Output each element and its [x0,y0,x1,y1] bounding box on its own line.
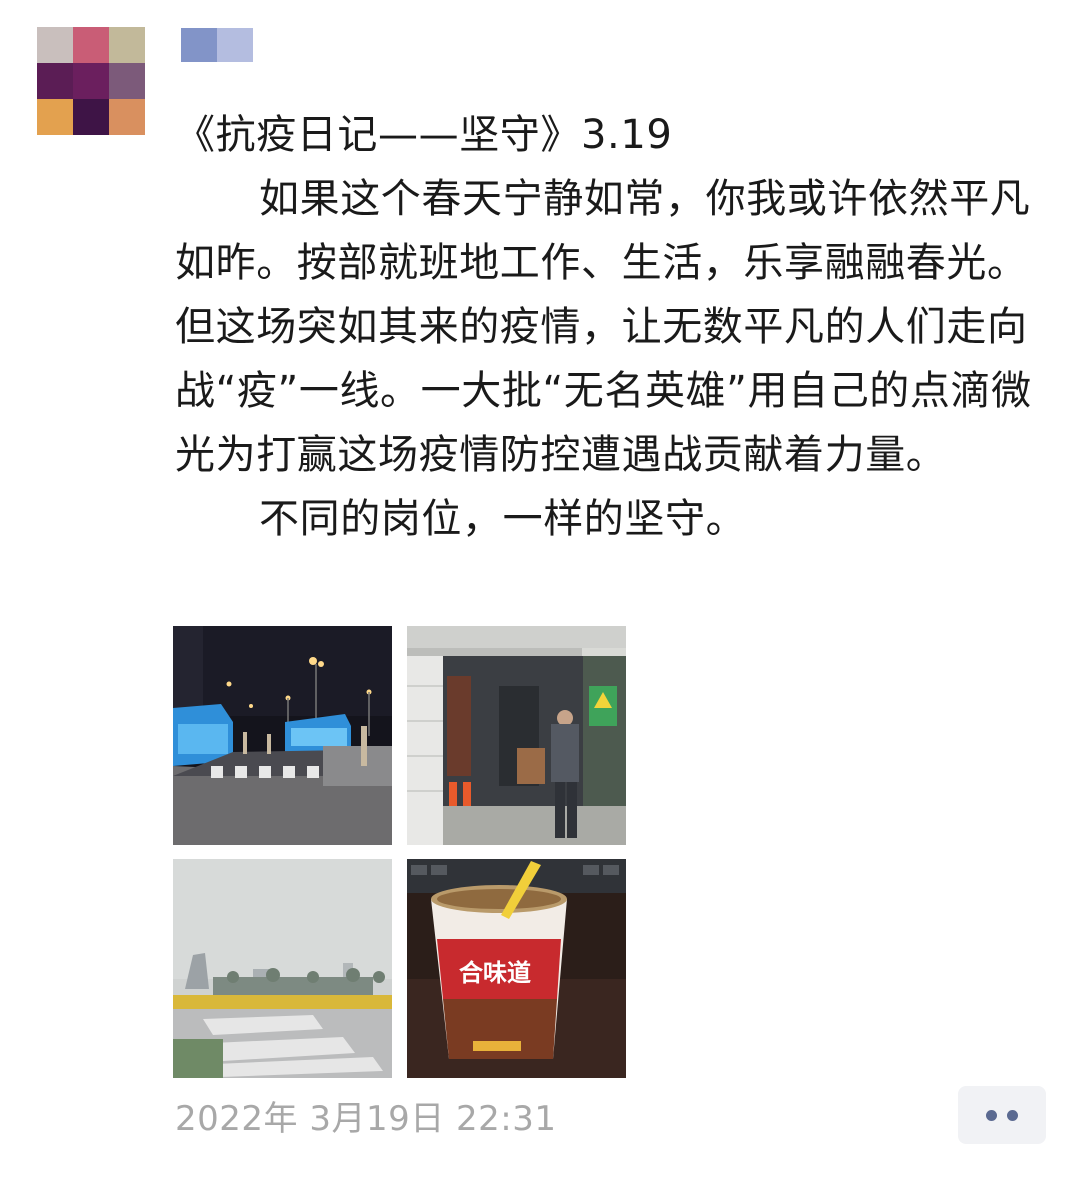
more-dots-icon [986,1109,997,1121]
avatar[interactable] [37,27,145,135]
post-paragraph-2: 不同的岗位，一样的坚守。 [259,496,747,542]
more-button[interactable] [958,1086,1046,1144]
photo-entrance-worker[interactable] [407,626,626,845]
photo-noodle-cup[interactable]: 合味道 [407,859,626,1078]
post-paragraph-1: 如果这个春天宁静如常，你我或许依然平凡如昨。按部就班地工作、生活，乐享融融春光。… [175,176,1032,478]
photo-grid: 合味道 [173,626,628,1078]
post-title: 《抗疫日记——坚守》3.19 [175,112,673,158]
noodle-brand-text: 合味道 [459,959,531,987]
nickname[interactable] [181,28,253,62]
post-timestamp: 2022年 3月19日 22:31 [175,1099,557,1139]
post-text: 《抗疫日记——坚守》3.19 如果这个春天宁静如常，你我或许依然平凡如昨。按部就… [175,103,1055,551]
photo-foggy-plaza[interactable] [173,859,392,1078]
photo-night-street[interactable] [173,626,392,845]
more-dots-icon [1007,1109,1018,1121]
